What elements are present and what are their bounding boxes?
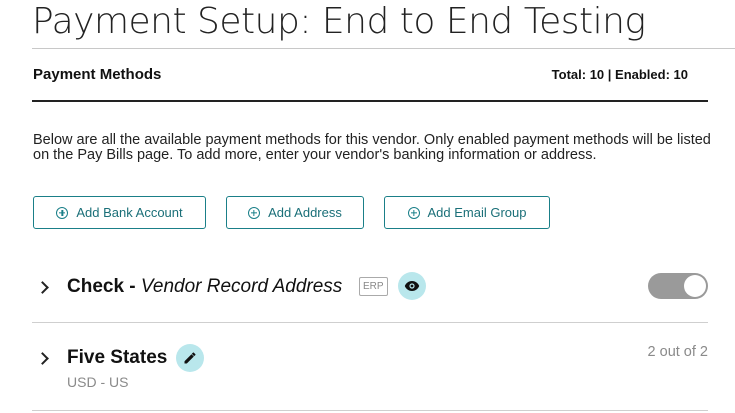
eye-icon [404,281,420,291]
row-divider [32,410,708,411]
payment-method-counts: Total: 10 | Enabled: 10 [551,67,688,82]
plus-circle-icon [56,206,69,219]
payment-method-name: Five States [67,347,168,368]
pencil-icon [184,352,196,364]
add-address-label: Add Address [268,205,342,220]
section-divider [32,100,708,102]
title-divider [32,48,735,49]
row-divider [32,322,708,323]
plus-circle-icon [407,206,420,219]
add-bank-account-button[interactable]: Add Bank Account [33,196,206,229]
enable-toggle[interactable] [648,273,708,299]
payment-method-name: Check - [67,276,136,297]
method-count: 2 out of 2 [647,344,708,360]
section-title: Payment Methods [33,66,162,83]
payment-method-title: Five States [67,347,167,369]
section-description: Below are all the available payment meth… [33,132,711,163]
currency-region: USD - US [67,374,129,390]
add-email-group-label: Add Email Group [427,205,527,220]
erp-badge: ERP [359,277,388,296]
plus-circle-icon [248,206,261,219]
add-email-group-button[interactable]: Add Email Group [384,196,550,229]
toggle-knob [684,275,706,297]
chevron-right-icon[interactable] [36,352,49,365]
add-address-button[interactable]: Add Address [226,196,364,229]
edit-button[interactable] [176,344,204,372]
view-button[interactable] [398,272,426,300]
payment-method-detail: Vendor Record Address [140,276,343,297]
chevron-right-icon[interactable] [36,281,49,294]
payment-method-title: Check - Vendor Record Address [67,276,342,298]
page-title: Payment Setup: End to End Testing [32,1,646,42]
add-bank-account-label: Add Bank Account [76,205,183,220]
